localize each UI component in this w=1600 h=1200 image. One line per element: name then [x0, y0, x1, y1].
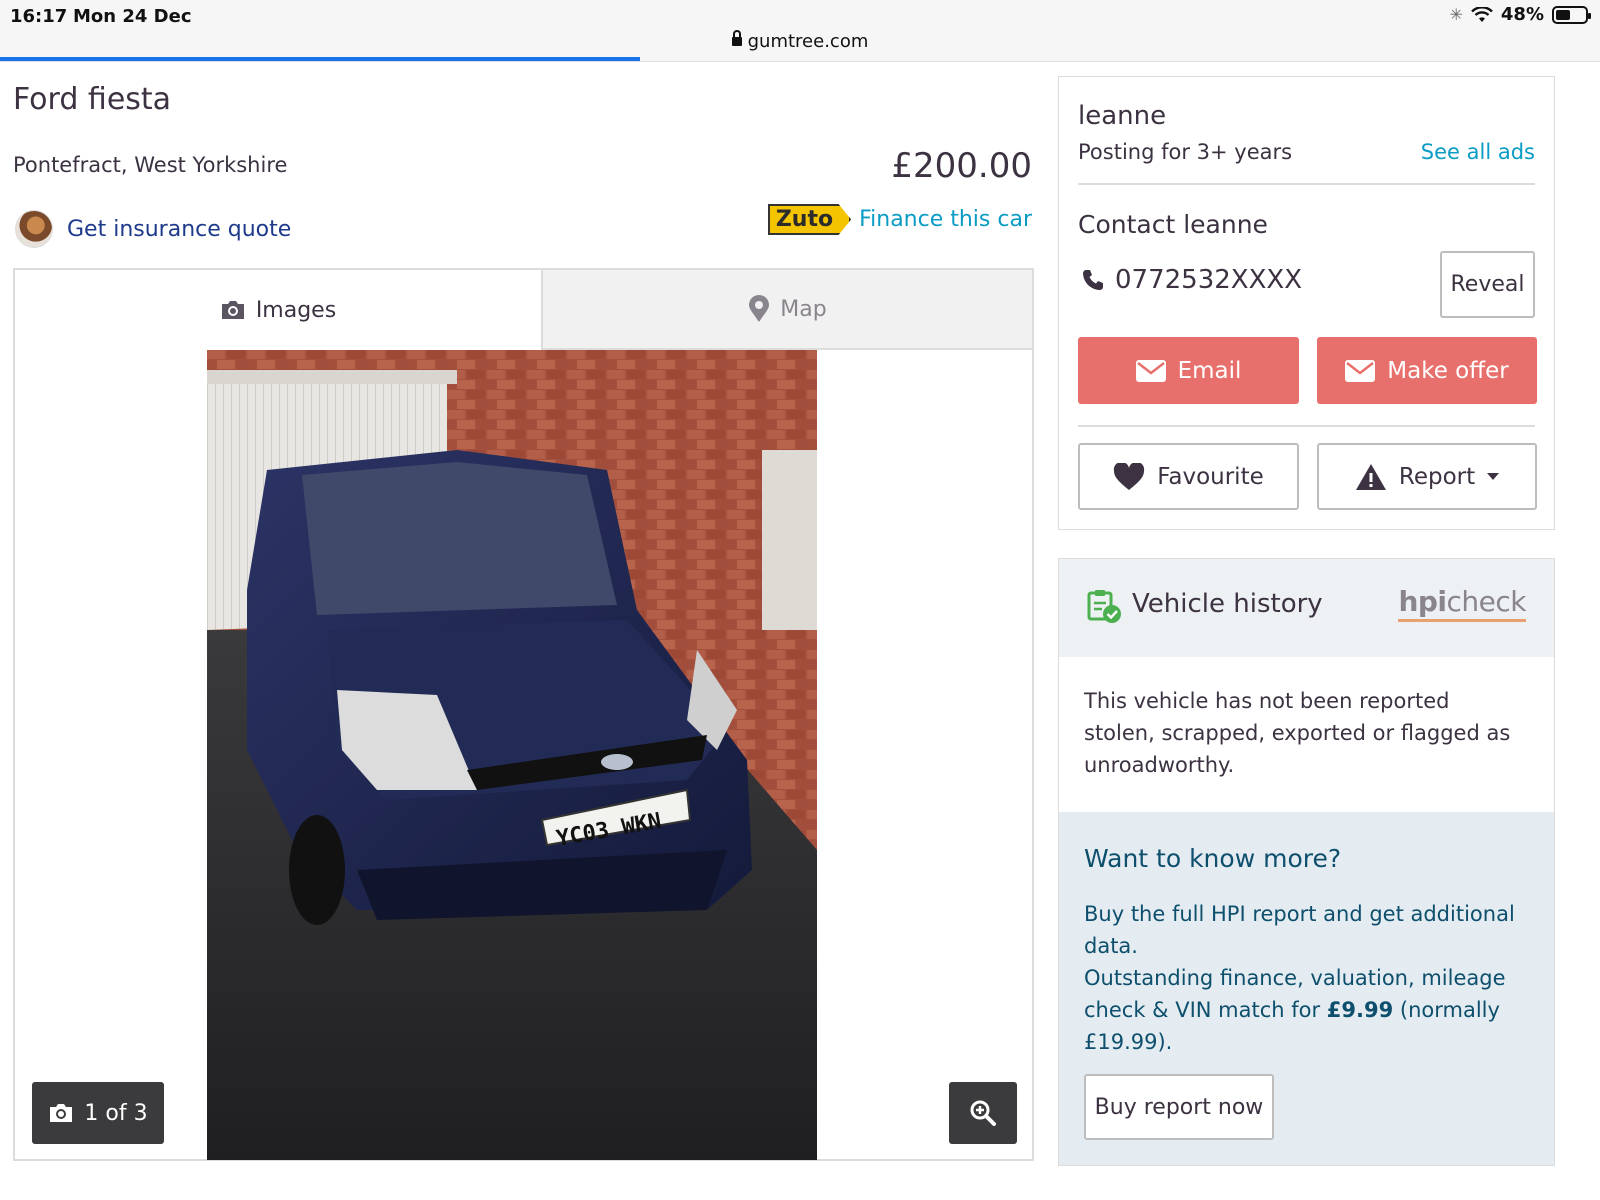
divider	[1078, 425, 1535, 427]
listing-location: Pontefract, West Yorkshire	[13, 153, 288, 177]
address-bar[interactable]: gumtree.com	[0, 30, 1600, 52]
hpi-logo-part-a: hpi	[1398, 585, 1447, 618]
finance-label: Finance this car	[859, 207, 1032, 232]
tab-map-label: Map	[780, 296, 827, 322]
insurance-quote-label: Get insurance quote	[67, 216, 292, 242]
heart-icon	[1114, 462, 1145, 490]
listing-title: Ford fiesta	[13, 82, 172, 117]
meerkat-logo-icon	[15, 210, 53, 248]
insurance-quote-link[interactable]: Get insurance quote	[15, 210, 291, 248]
zuto-logo: Zuto	[767, 204, 852, 235]
camera-icon	[50, 1104, 73, 1122]
finance-link[interactable]: Zuto Finance this car	[767, 204, 1032, 235]
report-button[interactable]: Report	[1317, 443, 1537, 510]
lock-icon	[731, 30, 742, 46]
favourite-label: Favourite	[1157, 463, 1264, 490]
hpi-logo-part-b: check	[1446, 585, 1527, 618]
seller-name: leanne	[1078, 101, 1167, 131]
tab-images[interactable]: Images	[15, 270, 541, 350]
status-date: Mon 24 Dec	[73, 6, 192, 27]
page-load-progress	[0, 57, 640, 61]
status-indicators: ✳ 48%	[1449, 4, 1591, 25]
see-all-ads-link[interactable]: See all ads	[1421, 140, 1535, 164]
zoom-button[interactable]	[949, 1082, 1017, 1144]
warning-icon	[1355, 463, 1386, 490]
email-button-label: Email	[1177, 357, 1242, 384]
divider	[1078, 183, 1535, 185]
phone-number: 0772532XXXX	[1115, 265, 1303, 295]
url-text: gumtree.com	[747, 31, 869, 52]
seller-since: Posting for 3+ years	[1078, 140, 1293, 164]
camera-icon	[221, 301, 244, 319]
image-gallery: Images Map YC03 WKN 1 of 3	[13, 268, 1034, 1161]
vehicle-history-header: Vehicle history hpicheck	[1059, 559, 1554, 657]
envelope-icon	[1135, 359, 1166, 382]
gallery-tabs: Images Map	[15, 270, 1032, 350]
make-offer-label: Make offer	[1387, 357, 1509, 384]
status-bar: 16:17 Mon 24 Dec ✳ 48% gumtree.com	[0, 0, 1600, 62]
listing-photo[interactable]: YC03 WKN	[207, 350, 817, 1160]
envelope-icon	[1345, 359, 1376, 382]
chevron-down-icon	[1487, 473, 1500, 480]
image-counter[interactable]: 1 of 3	[32, 1082, 164, 1144]
make-offer-button[interactable]: Make offer	[1317, 337, 1537, 404]
vehicle-history-status: This vehicle has not been reported stole…	[1084, 689, 1511, 777]
vehicle-history-title: Vehicle history	[1132, 589, 1323, 619]
favourite-button[interactable]: Favourite	[1078, 443, 1299, 510]
image-counter-label: 1 of 3	[84, 1100, 148, 1126]
vehicle-history-body: This vehicle has not been reported stole…	[1059, 657, 1554, 812]
seller-card: leanne Posting for 3+ years See all ads …	[1058, 76, 1555, 530]
hpi-upsell-text: Buy the full HPI report and get addition…	[1084, 898, 1524, 1058]
battery-icon	[1552, 5, 1591, 24]
listing-price: £200.00	[891, 146, 1032, 186]
contact-title: Contact leanne	[1078, 210, 1268, 239]
clipboard-check-icon	[1087, 590, 1121, 623]
hpi-upsell-title: Want to know more?	[1084, 844, 1342, 873]
zoom-in-icon	[970, 1100, 996, 1126]
battery-percent: 48%	[1500, 4, 1544, 25]
car-photo-image: YC03 WKN	[207, 350, 817, 1160]
wifi-icon	[1471, 6, 1493, 22]
hpi-check-logo: hpicheck	[1398, 585, 1527, 622]
report-label: Report	[1398, 463, 1476, 490]
vehicle-history-card: Vehicle history hpicheck This vehicle ha…	[1058, 558, 1555, 1166]
phone-icon	[1083, 270, 1103, 290]
hpi-report-price: £9.99	[1326, 998, 1394, 1022]
tab-map[interactable]: Map	[541, 270, 1032, 350]
map-pin-icon	[749, 295, 770, 322]
email-button[interactable]: Email	[1078, 337, 1299, 404]
hpi-upsell: Want to know more? Buy the full HPI repo…	[1059, 812, 1554, 1165]
reveal-button[interactable]: Reveal	[1440, 251, 1535, 318]
loading-spinner-icon: ✳	[1449, 5, 1463, 24]
status-time: 16:17	[10, 6, 68, 27]
tab-images-label: Images	[255, 297, 337, 323]
hpi-upsell-line1: Buy the full HPI report and get addition…	[1084, 902, 1515, 958]
buy-report-button[interactable]: Buy report now	[1084, 1074, 1274, 1140]
phone-row: 0772532XXXX	[1081, 265, 1302, 295]
